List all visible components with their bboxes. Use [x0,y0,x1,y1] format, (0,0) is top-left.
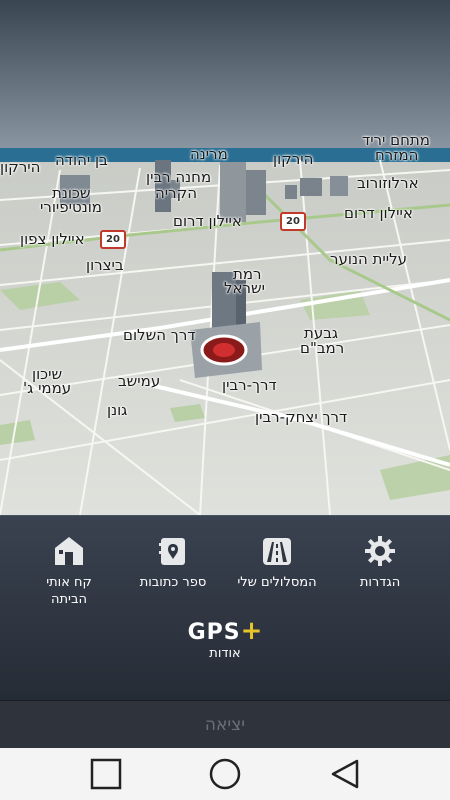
main-menu: הגדרות המסלולים שלי ספר כתובות קח אותי ה… [0,515,450,701]
map-street-label: ארלוזורוב [357,174,419,192]
map-street-label: מרינה [190,145,228,163]
take-me-home-line1: קח אותי [46,575,92,590]
gear-icon [365,536,395,566]
map-street-label: ביצרון [86,256,124,274]
settings-label: הגדרות [359,575,401,590]
map-street-label: עמישב [118,372,161,390]
address-book-label: ספר כתובות [139,575,207,590]
map-street-label: מונטיפיורי [40,198,102,216]
exit-label: יציאה [204,715,246,735]
take-me-home-line2: הביתה [51,592,87,607]
map-street-label: איילון צפון [20,230,85,248]
recent-apps-icon[interactable] [86,758,126,790]
map-street-label: דרך השלום [123,326,196,344]
map-street-label: דרך יצחק-רבין [255,408,348,426]
map-street-label: המזרח [375,146,419,164]
map-street-label: איילון דרום [344,204,413,222]
map-view[interactable]: מתחם יריד המזרח מרינה בן יהודה הירקון הירקון מ… [0,0,450,515]
exit-button[interactable]: יציאה [0,700,450,749]
map-street-label: דרך-רבין [222,376,277,394]
home-icon [55,537,83,565]
map-street-label: הירקון [273,150,314,168]
settings-button[interactable]: הגדרות [325,534,435,591]
road-number-shield: 20 [280,212,306,231]
back-icon[interactable] [325,758,365,790]
address-book-icon [159,538,185,565]
map-street-label: גונן [107,401,128,419]
system-nav-bar [0,748,450,800]
my-routes-button[interactable]: המסלולים שלי [222,534,332,591]
road-number-shield: 20 [100,230,126,249]
take-me-home-button[interactable]: קח אותי הביתה [14,534,124,608]
map-street-label: איילון דרום [173,212,242,230]
about-button[interactable]: GPS+ אודות [175,616,275,661]
map-street-label: ישראל [224,279,266,297]
address-book-button[interactable]: ספר כתובות [118,534,228,591]
map-street-label: עממי ג' [23,379,72,397]
map-street-label: הקריה [155,184,198,202]
road-icon [263,538,291,565]
home-nav-icon[interactable] [205,758,245,790]
map-street-label: רמב"ם [300,339,345,357]
my-routes-label: המסלולים שלי [237,575,317,590]
logo-plus: + [240,616,263,646]
map-street-label: עליית הנוער [330,250,407,268]
about-label: אודות [209,646,241,661]
logo-text: GPS [187,620,241,645]
gps-plus-logo: GPS+ [175,616,275,646]
map-street-label: הירקון [0,158,41,176]
map-street-label: בן יהודה [55,151,108,169]
